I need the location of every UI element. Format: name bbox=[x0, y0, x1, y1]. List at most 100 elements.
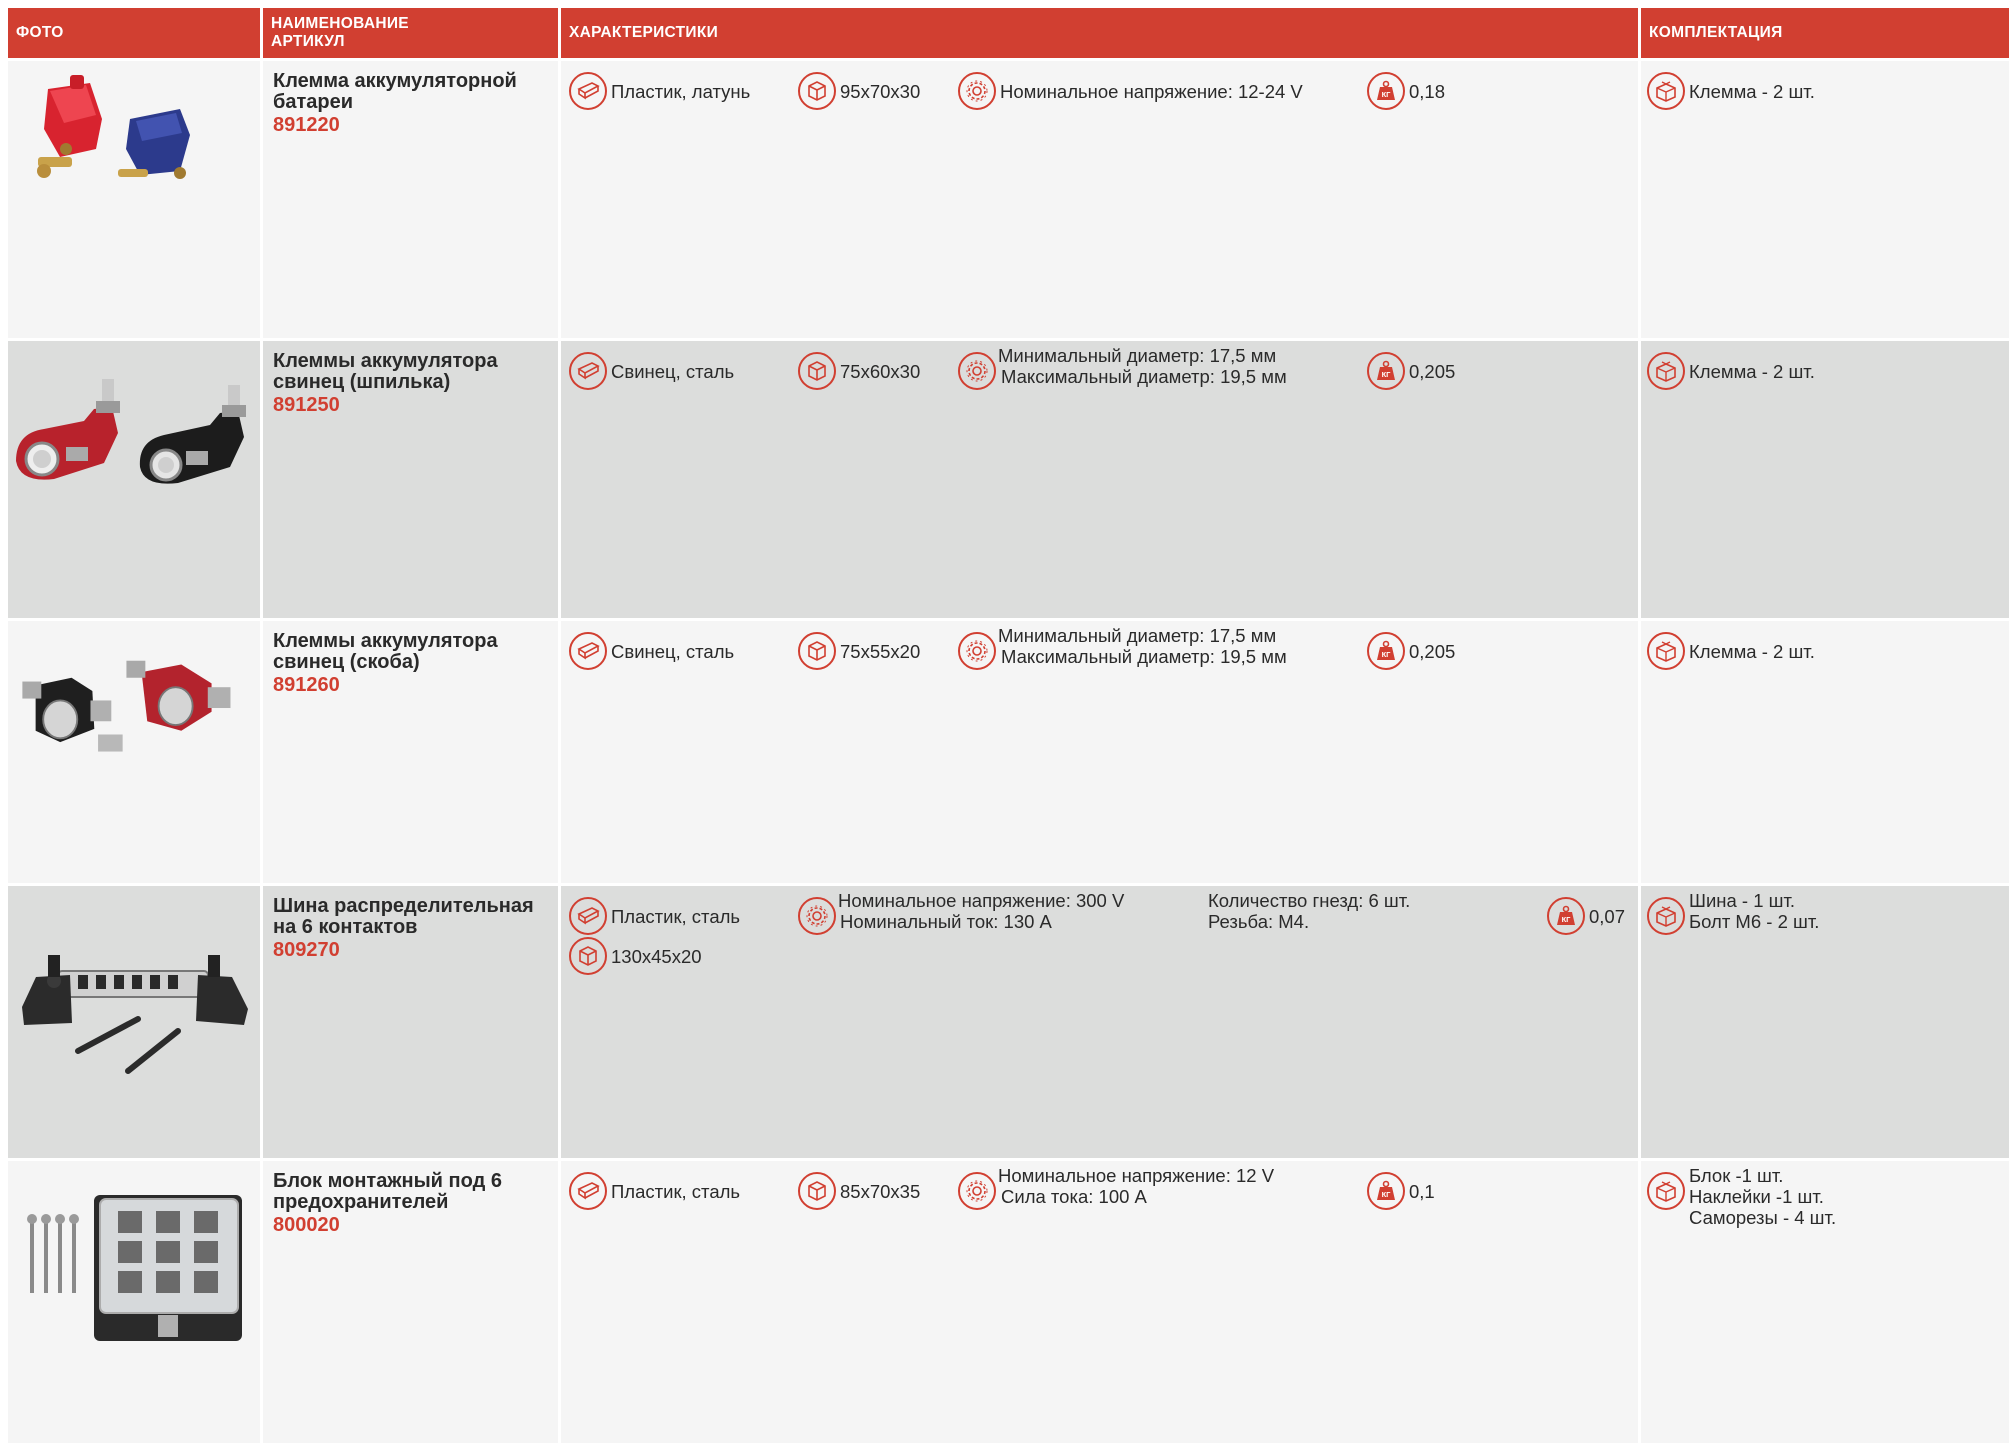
product-name: Блок монтажный под 6 предохранителей 800… bbox=[273, 1171, 553, 1237]
photo-cell bbox=[8, 886, 260, 1158]
size-value: 85x70x35 bbox=[840, 1181, 921, 1202]
gear-icon bbox=[958, 72, 996, 110]
kit-cell: Клемма - 2 шт. bbox=[1641, 341, 2009, 618]
material-icon bbox=[569, 352, 607, 390]
name-cell: Клеммы аккумулятора свинец (шпилька) 891… bbox=[263, 341, 558, 618]
product-name-text: Шина распределительная на 6 контактов bbox=[273, 895, 534, 938]
weight-kg-icon bbox=[1367, 1172, 1405, 1210]
material-icon bbox=[569, 632, 607, 670]
size-value: 75x55x20 bbox=[840, 641, 921, 662]
param-value: Минимальный диаметр: 17,5 мм bbox=[998, 625, 1277, 646]
weight-value: 0,07 bbox=[1589, 906, 1626, 927]
product-name: Шина распределительная на 6 контактов 80… bbox=[273, 896, 553, 962]
box-size-icon bbox=[798, 1172, 836, 1210]
param-value: Максимальный диаметр: 19,5 мм bbox=[1001, 646, 1287, 667]
param-extra-value: Количество гнезд: 6 шт. bbox=[1208, 890, 1411, 911]
package-icon bbox=[1647, 72, 1685, 110]
product-photo-lead-terminal-clamp bbox=[22, 660, 231, 752]
box-size-icon bbox=[569, 937, 607, 975]
material-icon bbox=[569, 897, 607, 935]
size-value: 75x60x30 bbox=[840, 361, 921, 382]
param-value: Минимальный диаметр: 17,5 мм bbox=[998, 345, 1277, 366]
material-value: Свинец, сталь bbox=[611, 641, 735, 662]
weight-value: 0,205 bbox=[1409, 641, 1456, 662]
weight-kg-icon bbox=[1367, 632, 1405, 670]
kit-item: Клемма - 2 шт. bbox=[1689, 361, 1815, 382]
size-value: 95x70x30 bbox=[840, 81, 921, 102]
name-cell: Блок монтажный под 6 предохранителей 800… bbox=[263, 1161, 558, 1443]
photo-cell bbox=[8, 61, 260, 338]
product-code: 809270 bbox=[273, 939, 340, 961]
kit-cell: Шина - 1 шт. Болт М6 - 2 шт. bbox=[1641, 886, 2009, 1158]
param-value: Сила тока: 100 А bbox=[1001, 1186, 1147, 1207]
header-code-label: АРТИКУЛ bbox=[271, 33, 345, 50]
name-cell: Шина распределительная на 6 контактов 80… bbox=[263, 886, 558, 1158]
kit-item: Клемма - 2 шт. bbox=[1689, 641, 1815, 662]
header-name-label: НАИМЕНОВАНИЕ bbox=[271, 15, 409, 32]
header-name: НАИМЕНОВАНИЕ АРТИКУЛ bbox=[263, 8, 558, 58]
box-size-icon bbox=[798, 72, 836, 110]
photo-cell bbox=[8, 341, 260, 618]
material-value: Свинец, сталь bbox=[611, 361, 735, 382]
material-value: Пластик, латунь bbox=[611, 81, 751, 102]
header-specs: ХАРАКТЕРИСТИКИ bbox=[561, 8, 1638, 58]
param-value: Максимальный диаметр: 19,5 мм bbox=[1001, 366, 1287, 387]
product-name-text: Блок монтажный под 6 предохранителей bbox=[273, 1170, 502, 1213]
box-size-icon bbox=[798, 352, 836, 390]
material-icon bbox=[569, 72, 607, 110]
name-cell: Клеммы аккумулятора свинец (скоба) 89126… bbox=[263, 621, 558, 883]
specs-cell: Пластик, сталь 130x45x20 Номинальное нап… bbox=[561, 886, 1638, 1158]
product-code: 891220 bbox=[273, 114, 340, 136]
package-icon bbox=[1647, 1172, 1685, 1210]
product-name: Клеммы аккумулятора свинец (шпилька) 891… bbox=[273, 351, 553, 417]
specs-cell: Пластик, сталь 85x70x35 Номинальное напр… bbox=[561, 1161, 1638, 1443]
param-value: Номинальное напряжение: 12-24 V bbox=[1000, 81, 1303, 102]
weight-value: 0,1 bbox=[1409, 1181, 1435, 1202]
gear-icon bbox=[958, 352, 996, 390]
size-value: 130x45x20 bbox=[611, 946, 702, 967]
product-photo-lead-terminal-stud bbox=[16, 379, 246, 484]
photo-cell bbox=[8, 621, 260, 883]
package-icon bbox=[1647, 897, 1685, 935]
kit-item: Шина - 1 шт. bbox=[1689, 890, 1796, 911]
param-value: Номинальный ток: 130 А bbox=[840, 911, 1052, 932]
product-name: Клемма аккумуляторной батареи 891220 bbox=[273, 71, 553, 137]
header-kit-label: КОМПЛЕКТАЦИЯ bbox=[1649, 24, 1783, 41]
param-value: Номинальное напряжение: 300 V bbox=[838, 890, 1125, 911]
gear-icon bbox=[798, 897, 836, 935]
kit-cell: Блок -1 шт. Наклейки -1 шт. Саморезы - 4… bbox=[1641, 1161, 2009, 1443]
param-value: Номинальное напряжение: 12 V bbox=[998, 1165, 1275, 1186]
weight-kg-icon bbox=[1547, 897, 1585, 935]
specs-cell: Свинец, сталь 75x55x20 Минимальный диаме… bbox=[561, 621, 1638, 883]
weight-value: 0,205 bbox=[1409, 361, 1456, 382]
weight-kg-icon bbox=[1367, 72, 1405, 110]
product-table-page: ФОТО НАИМЕНОВАНИЕ АРТИКУЛ ХАРАКТЕРИСТИКИ… bbox=[8, 8, 2009, 1443]
gear-icon bbox=[958, 1172, 996, 1210]
product-table: ФОТО НАИМЕНОВАНИЕ АРТИКУЛ ХАРАКТЕРИСТИКИ… bbox=[8, 8, 2009, 1443]
gear-icon bbox=[958, 632, 996, 670]
weight-value: 0,18 bbox=[1409, 81, 1446, 102]
header-specs-label: ХАРАКТЕРИСТИКИ bbox=[569, 24, 719, 41]
box-size-icon bbox=[798, 632, 836, 670]
product-name-text: Клеммы аккумулятора свинец (шпилька) bbox=[273, 350, 498, 393]
photo-cell bbox=[8, 1161, 260, 1443]
kit-cell: Клемма - 2 шт. bbox=[1641, 621, 2009, 883]
product-code: 891260 bbox=[273, 674, 340, 696]
package-icon bbox=[1647, 632, 1685, 670]
product-code: 891250 bbox=[273, 394, 340, 416]
product-photo-battery-clamp bbox=[37, 75, 190, 179]
product-name-text: Клеммы аккумулятора свинец (скоба) bbox=[273, 630, 498, 673]
product-photo-bus-bar bbox=[22, 955, 248, 1074]
kit-cell: Клемма - 2 шт. bbox=[1641, 61, 2009, 338]
product-name-text: Клемма аккумуляторной батареи bbox=[273, 70, 517, 113]
specs-cell: Свинец, сталь 75x60x30 Минимальный диаме… bbox=[561, 341, 1638, 618]
package-icon bbox=[1647, 352, 1685, 390]
kit-item: Болт М6 - 2 шт. bbox=[1689, 911, 1820, 932]
product-photo-fuse-block bbox=[27, 1195, 242, 1341]
header-photo: ФОТО bbox=[8, 8, 260, 58]
kit-item: Блок -1 шт. bbox=[1689, 1165, 1784, 1186]
material-value: Пластик, сталь bbox=[611, 1181, 741, 1202]
header-photo-label: ФОТО bbox=[16, 24, 64, 41]
product-name: Клеммы аккумулятора свинец (скоба) 89126… bbox=[273, 631, 553, 697]
name-cell: Клемма аккумуляторной батареи 891220 bbox=[263, 61, 558, 338]
